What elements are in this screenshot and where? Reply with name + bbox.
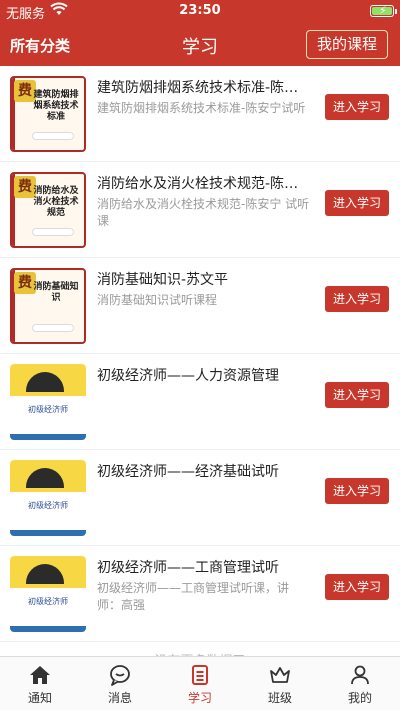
course-description: 消防给水及消火栓技术规范-陈安宁 试听课 bbox=[97, 197, 310, 228]
course-thumbnail: 费 消防基础知识 bbox=[10, 268, 86, 344]
tab-label: 通知 bbox=[27, 691, 52, 705]
tab-bar: 通知 消息 学习 班级 我的 bbox=[0, 656, 400, 710]
course-item[interactable]: 初级经济师 初级经济师——工商管理试听 初级经济师——工商管理试听课，讲师：高强… bbox=[0, 546, 400, 642]
tab-messages[interactable]: 消息 bbox=[80, 657, 160, 710]
course-item[interactable]: 费 消防给水及消火栓技术规范 消防给水及消火栓技术规范-陈安宁 消防给水及消火栓… bbox=[0, 162, 400, 258]
nav-bar: 所有分类 学习 我的课程 bbox=[0, 22, 400, 66]
tab-label: 班级 bbox=[267, 691, 292, 705]
course-description: 初级经济师——工商管理试听课，讲师：高强 bbox=[97, 581, 290, 612]
tab-study[interactable]: 学习 bbox=[160, 657, 240, 710]
course-description: 消防基础知识试听课程 bbox=[97, 293, 218, 307]
thumbnail-text: 初级经济师 bbox=[28, 501, 68, 510]
thumbnail-text: 建筑防烟排烟系统技术标准 bbox=[33, 90, 79, 122]
course-list: 费 建筑防烟排烟系统技术标准 建筑防烟排烟系统技术标准-陈安宁 建筑防烟排烟系统… bbox=[0, 66, 400, 656]
chat-icon bbox=[110, 665, 130, 686]
thumbnail-text: 初级经济师 bbox=[28, 405, 68, 414]
course-title: 初级经济师——人力资源管理 bbox=[97, 368, 279, 384]
course-item[interactable]: 初级经济师 初级经济师——经济基础试听 进入学习 bbox=[0, 450, 400, 546]
course-title: 初级经济师——工商管理试听 bbox=[97, 560, 279, 576]
course-title: 建筑防烟排烟系统技术标准-陈安宁 bbox=[97, 80, 311, 96]
tab-profile[interactable]: 我的 bbox=[320, 657, 400, 710]
thumbnail-text: 消防基础知识 bbox=[33, 282, 79, 303]
battery-icon: ⚡ bbox=[370, 4, 397, 17]
tab-label: 消息 bbox=[107, 691, 132, 705]
course-item[interactable]: 费 建筑防烟排烟系统技术标准 建筑防烟排烟系统技术标准-陈安宁 建筑防烟排烟系统… bbox=[0, 66, 400, 162]
tab-label: 我的 bbox=[347, 691, 372, 705]
tab-label: 学习 bbox=[187, 691, 212, 705]
course-thumbnail: 初级经济师 bbox=[10, 460, 86, 536]
course-thumbnail: 费 消防给水及消火栓技术规范 bbox=[10, 172, 86, 248]
my-courses-button[interactable]: 我的课程 bbox=[305, 30, 388, 59]
crown-icon bbox=[270, 667, 290, 683]
course-item[interactable]: 费 消防基础知识 消防基础知识-苏文平 消防基础知识试听课程 进入学习 bbox=[0, 258, 400, 354]
enter-study-button[interactable]: 进入学习 bbox=[325, 94, 389, 120]
course-title: 消防基础知识-苏文平 bbox=[97, 272, 229, 288]
study-icon bbox=[192, 665, 208, 685]
enter-study-button[interactable]: 进入学习 bbox=[325, 286, 389, 312]
clock: 23:50 bbox=[179, 3, 221, 18]
enter-study-button[interactable]: 进入学习 bbox=[325, 478, 389, 504]
course-thumbnail: 费 建筑防烟排烟系统技术标准 bbox=[10, 76, 86, 152]
user-icon bbox=[351, 665, 369, 685]
course-item[interactable]: 初级经济师 初级经济师——人力资源管理 进入学习 bbox=[0, 354, 400, 450]
home-icon bbox=[30, 666, 50, 684]
course-thumbnail: 初级经济师 bbox=[10, 364, 86, 440]
thumbnail-text: 消防给水及消火栓技术规范 bbox=[33, 186, 79, 218]
course-description: 建筑防烟排烟系统技术标准-陈安宁试听 bbox=[97, 101, 306, 115]
enter-study-button[interactable]: 进入学习 bbox=[325, 382, 389, 408]
course-title: 初级经济师——经济基础试听 bbox=[97, 464, 279, 480]
tab-notice[interactable]: 通知 bbox=[0, 657, 80, 710]
enter-study-button[interactable]: 进入学习 bbox=[325, 574, 389, 600]
status-bar: 无服务 23:50 ⚡ bbox=[0, 0, 400, 22]
enter-study-button[interactable]: 进入学习 bbox=[325, 190, 389, 216]
course-title: 消防给水及消火栓技术规范-陈安宁 bbox=[97, 176, 311, 192]
thumbnail-text: 初级经济师 bbox=[28, 597, 68, 606]
course-thumbnail: 初级经济师 bbox=[10, 556, 86, 632]
tab-class[interactable]: 班级 bbox=[240, 657, 320, 710]
